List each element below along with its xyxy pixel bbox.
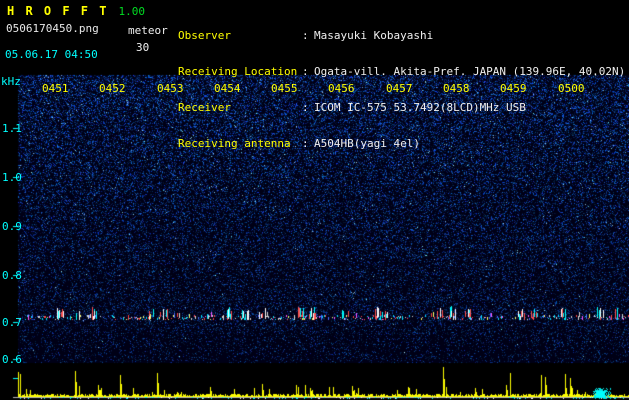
- info-row-location: Receiving Location : Ogata-vill. Akita-P…: [178, 66, 625, 78]
- time-label: 0500: [558, 82, 585, 95]
- time-label: 0456: [328, 82, 355, 95]
- app-version: 1.00: [118, 5, 145, 18]
- info-row-observer: Observer : Masayuki Kobayashi: [178, 30, 625, 42]
- output-filename: 0506170450.png: [6, 22, 99, 35]
- time-label: 0453: [157, 82, 184, 95]
- interval-value: 30: [136, 41, 150, 54]
- info-separator: :: [302, 137, 309, 150]
- time-label: 0451: [42, 82, 69, 95]
- y-tick-label: 0.7: [2, 316, 22, 329]
- y-tick-label: 1.0: [2, 171, 22, 184]
- time-label: 0457: [386, 82, 413, 95]
- info-separator: :: [302, 101, 309, 114]
- time-label: 0458: [443, 82, 470, 95]
- info-label: Receiving antenna: [178, 137, 291, 150]
- info-label: Receiver: [178, 101, 231, 114]
- info-value: A504HB(yagi 4el): [314, 137, 420, 150]
- info-value: Masayuki Kobayashi: [314, 29, 434, 42]
- y-tick-label: 0.9: [2, 220, 22, 233]
- info-row-antenna: Receiving antenna : A504HB(yagi 4el): [178, 138, 625, 150]
- y-tick-label: 0.6: [2, 353, 22, 366]
- info-label: Observer: [178, 29, 231, 42]
- app-title: H R O F F T: [7, 4, 109, 18]
- info-separator: :: [302, 29, 309, 42]
- time-label: 0459: [500, 82, 527, 95]
- y-tick-label: 1.1: [2, 122, 22, 135]
- time-label: 0452: [99, 82, 126, 95]
- hrofft-window: H R O F F T 1.00 0506170450.png meteor 3…: [0, 0, 629, 400]
- info-value: ICOM IC-575 53.7492(8LCD)MHz USB: [314, 101, 526, 114]
- info-value: Ogata-vill. Akita-Pref. JAPAN (139.96E, …: [314, 65, 626, 78]
- info-separator: :: [302, 65, 309, 78]
- mode-label: meteor: [128, 24, 168, 37]
- info-row-receiver: Receiver : ICOM IC-575 53.7492(8LCD)MHz …: [178, 102, 625, 114]
- time-label: 0455: [271, 82, 298, 95]
- time-label: 0454: [214, 82, 241, 95]
- app-brand: H R O F F T 1.00: [7, 4, 145, 18]
- observation-datetime: 05.06.17 04:50: [5, 48, 98, 61]
- y-tick-label: 0.8: [2, 269, 22, 282]
- y-axis-unit: kHz: [1, 75, 21, 88]
- info-label: Receiving Location: [178, 65, 298, 78]
